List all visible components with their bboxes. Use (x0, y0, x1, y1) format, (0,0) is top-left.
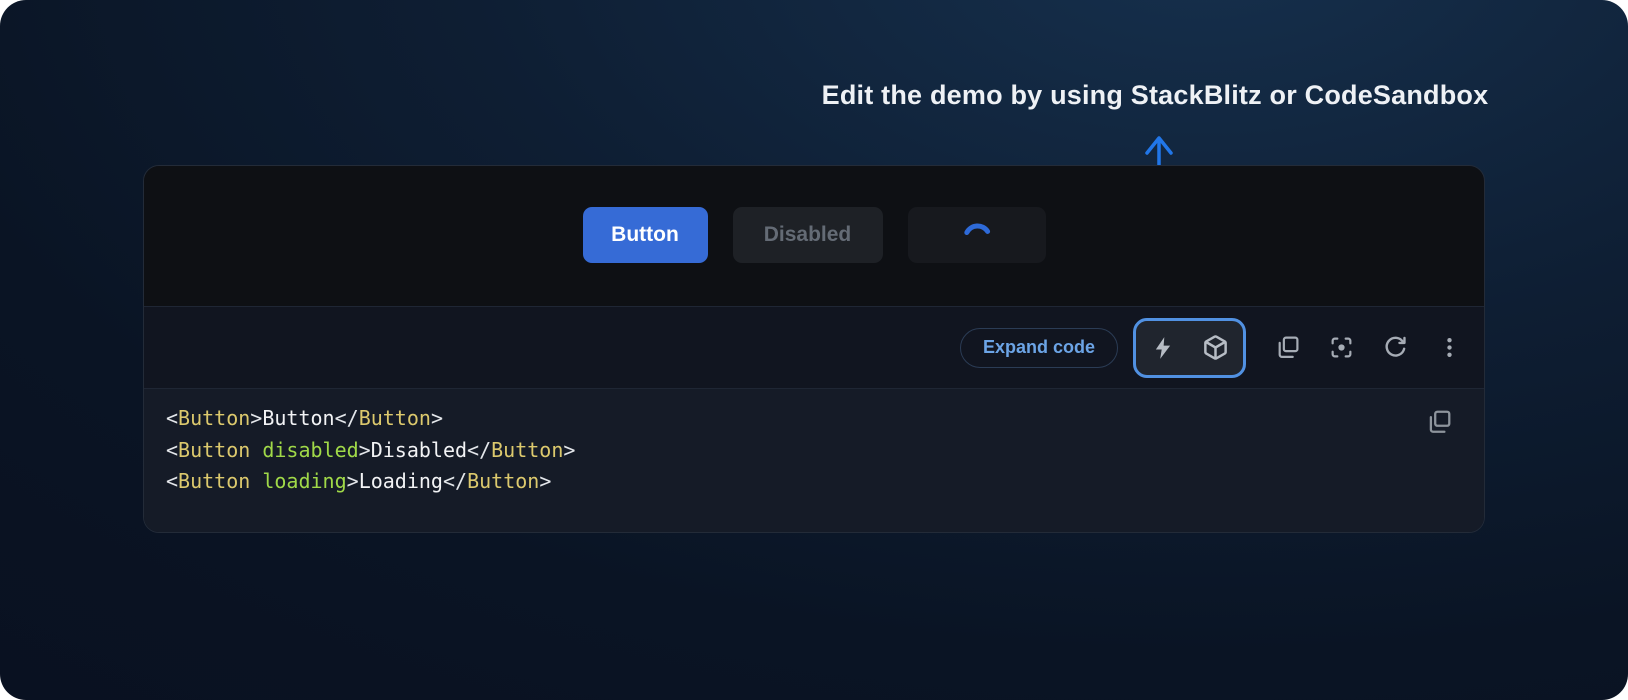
loading-spinner-icon (962, 213, 992, 243)
code-block: <Button>Button</Button> <Button disabled… (144, 389, 1484, 532)
copy-code-icon[interactable] (1275, 335, 1300, 360)
demo-disabled-button: Disabled (733, 207, 883, 263)
demo-primary-button[interactable]: Button (583, 207, 708, 263)
copy-snippet-icon[interactable] (1426, 409, 1452, 435)
sandbox-icons-highlight-box (1133, 318, 1246, 378)
refresh-icon[interactable] (1383, 335, 1408, 360)
demo-loading-button[interactable] (908, 207, 1046, 263)
demo-preview-area: Button Disabled (144, 166, 1484, 307)
stackblitz-lightning-icon[interactable] (1150, 335, 1176, 361)
annotation-text: Edit the demo by using StackBlitz or Cod… (795, 80, 1515, 111)
more-vertical-icon[interactable] (1437, 335, 1462, 360)
expand-code-button[interactable]: Expand code (960, 328, 1118, 368)
focus-center-icon[interactable] (1329, 335, 1354, 360)
code-snippet: <Button>Button</Button> <Button disabled… (166, 403, 1484, 498)
codesandbox-cube-icon[interactable] (1202, 334, 1229, 361)
demo-toolbar: Expand code (144, 307, 1484, 389)
docs-dark-page: Edit the demo by using StackBlitz or Cod… (0, 0, 1628, 700)
component-demo-card: Button Disabled Expand code (143, 165, 1485, 533)
